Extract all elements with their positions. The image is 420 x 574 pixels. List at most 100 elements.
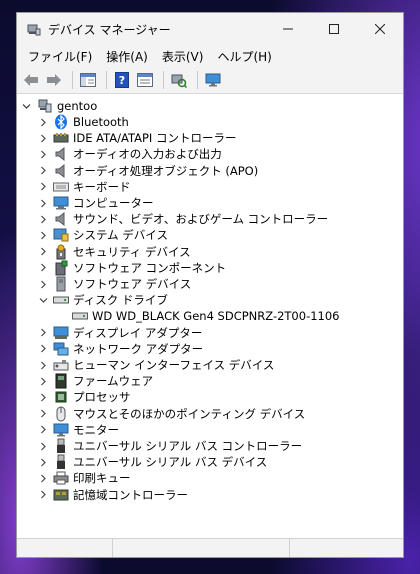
chevron-right-icon[interactable]: [38, 260, 48, 276]
disk-drive-icon: [53, 292, 69, 308]
close-button[interactable]: [357, 13, 403, 45]
tree-category-label: サウンド、ビデオ、およびゲーム コントローラー: [73, 212, 329, 227]
close-icon: [375, 24, 385, 34]
tree-category-label: オーディオの入力および出力: [73, 147, 222, 162]
monitor-view-button[interactable]: [203, 70, 223, 90]
computer-host-icon: [37, 98, 53, 114]
chevron-right-icon[interactable]: [38, 146, 48, 162]
menu-bar: ファイル(F) 操作(A) 表示(V) ヘルプ(H): [17, 45, 403, 67]
chevron-right-icon[interactable]: [38, 357, 48, 373]
chevron-down-icon[interactable]: [38, 292, 48, 308]
tree-category-item[interactable]: モニター: [17, 422, 403, 438]
security-key-icon: [53, 244, 69, 260]
tree-root-item[interactable]: gentoo: [17, 98, 403, 114]
tree-category-item[interactable]: ユニバーサル シリアル バス デバイス: [17, 454, 403, 470]
chevron-right-icon[interactable]: [38, 341, 48, 357]
tree-category-label: ディスク ドライブ: [73, 293, 168, 308]
status-cell: [17, 539, 113, 557]
chevron-right-icon[interactable]: [38, 438, 48, 454]
toolbar-separator: [72, 71, 73, 89]
tree-category-item[interactable]: ヒューマン インターフェイス デバイス: [17, 357, 403, 373]
help-button[interactable]: ?: [112, 70, 132, 90]
back-button[interactable]: [21, 70, 41, 90]
chevron-down-icon[interactable]: [21, 98, 31, 114]
menu-action[interactable]: 操作(A): [99, 48, 155, 65]
computer-icon: [53, 195, 69, 211]
chevron-right-icon[interactable]: [38, 487, 48, 503]
svg-text:?: ?: [119, 74, 125, 87]
speaker-icon: [53, 163, 69, 179]
usb-icon: [53, 438, 69, 454]
tree-category-item[interactable]: ユニバーサル シリアル バス コントローラー: [17, 438, 403, 454]
status-cell: [113, 539, 290, 557]
properties-icon: [137, 73, 153, 87]
tree-category-item[interactable]: ネットワーク アダプター: [17, 341, 403, 357]
chevron-right-icon[interactable]: [38, 325, 48, 341]
tree-category-item[interactable]: ソフトウェア デバイス: [17, 276, 403, 292]
tree-root-label: gentoo: [57, 99, 98, 113]
tree-category-label: キーボード: [73, 179, 131, 194]
chevron-right-icon[interactable]: [38, 179, 48, 195]
tree-category-label: ソフトウェア デバイス: [73, 277, 192, 291]
network-adapter-icon: [53, 341, 69, 357]
tree-category-item[interactable]: システム デバイス: [17, 227, 403, 243]
maximize-button[interactable]: [311, 13, 357, 45]
chevron-right-icon[interactable]: [38, 227, 48, 243]
chevron-right-icon[interactable]: [38, 163, 48, 179]
tree-category-label: マウスとそのほかのポインティング デバイス: [73, 406, 306, 421]
chevron-right-icon[interactable]: [38, 406, 48, 422]
tree-category-label: ユニバーサル シリアル バス コントローラー: [73, 439, 303, 453]
chevron-right-icon[interactable]: [38, 389, 48, 405]
disk-drive-icon: [72, 308, 88, 324]
monitor-icon: [53, 422, 69, 438]
show-hide-console-tree-button[interactable]: [78, 70, 98, 90]
properties-button[interactable]: [135, 70, 155, 90]
chevron-right-icon[interactable]: [38, 373, 48, 389]
speaker-icon: [53, 211, 69, 227]
chevron-right-icon[interactable]: [38, 130, 48, 146]
tree-category-item[interactable]: サウンド、ビデオ、およびゲーム コントローラー: [17, 211, 403, 227]
menu-help[interactable]: ヘルプ(H): [210, 48, 278, 65]
tree-category-item[interactable]: オーディオ処理オブジェクト (APO): [17, 163, 403, 179]
tree-category-label: システム デバイス: [73, 228, 168, 243]
chevron-right-icon[interactable]: [38, 244, 48, 260]
menu-file[interactable]: ファイル(F): [21, 48, 99, 65]
printer-icon: [53, 470, 69, 486]
forward-button[interactable]: [44, 70, 64, 90]
hid-icon: [53, 357, 69, 373]
chevron-right-icon[interactable]: [38, 195, 48, 211]
chevron-right-icon[interactable]: [38, 454, 48, 470]
toolbar-separator: [163, 71, 164, 89]
tree-category-item[interactable]: キーボード: [17, 179, 403, 195]
tree-category-item[interactable]: オーディオの入力および出力: [17, 146, 403, 162]
title-bar: デバイス マネージャー: [17, 13, 403, 45]
chevron-right-icon[interactable]: [38, 211, 48, 227]
tree-category-item[interactable]: IDE ATA/ATAPI コントローラー: [17, 130, 403, 146]
maximize-icon: [329, 24, 339, 34]
tree-category-item[interactable]: ディスプレイ アダプター: [17, 325, 403, 341]
tree-category-label: Bluetooth: [73, 115, 129, 129]
scan-hardware-button[interactable]: [169, 70, 189, 90]
tree-category-item[interactable]: セキュリティ デバイス: [17, 244, 403, 260]
minimize-button[interactable]: [265, 13, 311, 45]
tree-category-label: ユニバーサル シリアル バス デバイス: [73, 455, 268, 470]
tree-category-item[interactable]: プロセッサ: [17, 389, 403, 405]
tree-category-item[interactable]: マウスとそのほかのポインティング デバイス: [17, 406, 403, 422]
menu-view[interactable]: 表示(V): [155, 48, 211, 65]
tree-category-item[interactable]: 記憶域コントローラー: [17, 487, 403, 503]
tree-category-item[interactable]: ディスク ドライブ: [17, 292, 403, 308]
tree-category-item[interactable]: ファームウェア: [17, 373, 403, 389]
storage-controller-icon: [53, 487, 69, 503]
chevron-right-icon[interactable]: [38, 422, 48, 438]
tree-category-label: ソフトウェア コンポーネント: [73, 260, 227, 275]
tree-category-item[interactable]: Bluetooth: [17, 114, 403, 130]
tree-category-label: セキュリティ デバイス: [73, 244, 191, 259]
tree-category-label: ディスプレイ アダプター: [73, 325, 203, 340]
chevron-right-icon[interactable]: [38, 276, 48, 292]
tree-category-item[interactable]: コンピューター: [17, 195, 403, 211]
tree-category-item[interactable]: 印刷キュー: [17, 470, 403, 486]
tree-device-item[interactable]: WD WD_BLACK Gen4 SDCPNRZ-2T00-1106: [17, 308, 403, 324]
chevron-right-icon[interactable]: [38, 114, 48, 130]
chevron-right-icon[interactable]: [38, 470, 48, 486]
tree-category-item[interactable]: ソフトウェア コンポーネント: [17, 260, 403, 276]
